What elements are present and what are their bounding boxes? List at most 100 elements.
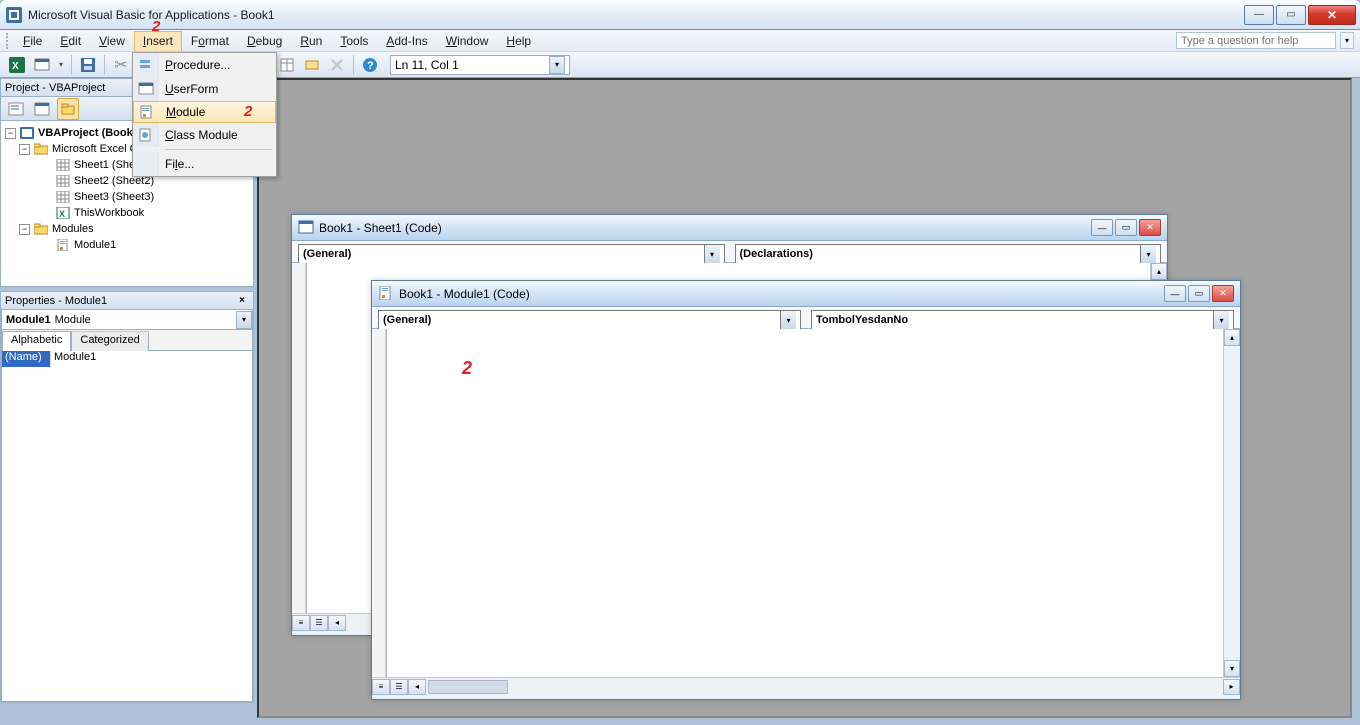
cw2-object-value: (General) xyxy=(383,314,431,326)
cut-icon[interactable]: ✂ xyxy=(110,54,132,76)
cw2-proc-value: TombolYesdanNo xyxy=(816,314,908,326)
maximize-button[interactable]: ▭ xyxy=(1276,5,1306,25)
dropdown-icon[interactable]: ▾ xyxy=(1213,311,1229,329)
tree-module1[interactable]: Module1 xyxy=(1,237,253,253)
object-browser-icon[interactable] xyxy=(301,54,323,76)
tree-workbook-label: ThisWorkbook xyxy=(74,207,144,219)
cw2-minimize-button[interactable]: — xyxy=(1164,285,1186,302)
help-search-dropdown[interactable]: ▾ xyxy=(1340,32,1354,49)
insert-dropdown-icon[interactable]: ▾ xyxy=(56,60,66,69)
cw2-procedure-combo[interactable]: TombolYesdanNo ▾ xyxy=(811,310,1234,330)
toggle-icon[interactable]: − xyxy=(5,128,16,139)
menu-debug[interactable]: Debug xyxy=(238,31,291,51)
view-code-icon[interactable] xyxy=(5,98,27,120)
menu-file[interactable]: File xyxy=(14,31,51,51)
tab-alphabetic[interactable]: Alphabetic xyxy=(2,331,71,351)
properties-panel-header[interactable]: Properties - Module1 × xyxy=(1,292,253,310)
menubar-grip[interactable] xyxy=(6,33,10,49)
menu-run[interactable]: Run xyxy=(291,31,331,51)
cw2-margin-line xyxy=(386,329,387,677)
help-icon[interactable]: ? xyxy=(359,54,381,76)
prop-combo-dropdown-icon[interactable]: ▾ xyxy=(236,311,252,329)
position-indicator[interactable]: Ln 11, Col 1 ▾ xyxy=(390,55,570,75)
cw1-close-button[interactable]: ✕ xyxy=(1139,219,1161,236)
hscroll-left-icon[interactable]: ◂ xyxy=(408,679,426,695)
toolbox-icon[interactable] xyxy=(326,54,348,76)
view-excel-icon[interactable]: X xyxy=(6,54,28,76)
procedure-view-icon[interactable]: ≡ xyxy=(372,679,390,695)
menu-addins[interactable]: Add-Ins xyxy=(377,31,436,51)
menu-item-userform[interactable]: UserForm xyxy=(133,77,276,101)
cw1-procedure-combo[interactable]: (Declarations)▾ xyxy=(735,244,1162,264)
menu-window[interactable]: Window xyxy=(437,31,498,51)
menu-item-class-module[interactable]: Class Module xyxy=(133,123,276,147)
insert-userform-icon[interactable] xyxy=(31,54,53,76)
cw2-titlebar[interactable]: Book1 - Module1 (Code) — ▭ ✕ xyxy=(372,281,1240,307)
prop-row-name[interactable]: (Name) Module1 xyxy=(2,351,252,367)
cw1-minimize-button[interactable]: — xyxy=(1091,219,1113,236)
full-module-view-icon[interactable]: ☰ xyxy=(310,615,328,631)
folder-icon xyxy=(33,222,49,236)
cw2-code-area[interactable]: ▴▾ xyxy=(372,329,1240,677)
properties-window-icon[interactable] xyxy=(276,54,298,76)
vbaproject-icon xyxy=(19,126,35,140)
code-window-module1[interactable]: Book1 - Module1 (Code) — ▭ ✕ (General) ▾ … xyxy=(371,280,1241,700)
cw1-maximize-button[interactable]: ▭ xyxy=(1115,219,1137,236)
cw2-close-button[interactable]: ✕ xyxy=(1212,285,1234,302)
cw2-combo-row: (General) ▾ TombolYesdanNo ▾ xyxy=(372,307,1240,329)
dropdown-icon[interactable]: ▾ xyxy=(1140,245,1156,263)
cw1-titlebar[interactable]: Book1 - Sheet1 (Code) — ▭ ✕ xyxy=(292,215,1167,241)
cw2-vscrollbar[interactable]: ▴▾ xyxy=(1223,329,1240,677)
dropdown-icon[interactable]: ▾ xyxy=(780,311,796,329)
code-window-icon xyxy=(378,286,394,302)
cw1-margin-line xyxy=(306,263,307,613)
position-dropdown-icon[interactable]: ▾ xyxy=(549,56,565,74)
tree-sheet3-label: Sheet3 (Sheet3) xyxy=(74,191,154,203)
tab-categorized[interactable]: Categorized xyxy=(71,331,148,351)
toggle-icon[interactable]: − xyxy=(19,224,30,235)
svg-text:X: X xyxy=(12,61,19,72)
cw1-combo-row: (General)▾ (Declarations)▾ xyxy=(292,241,1167,263)
hscroll-right-icon[interactable]: ▸ xyxy=(1223,679,1240,695)
menu-edit[interactable]: Edit xyxy=(51,31,90,51)
procedure-view-icon[interactable]: ≡ xyxy=(292,615,310,631)
menu-item-procedure[interactable]: Procedure... xyxy=(133,53,276,77)
properties-object-combo[interactable]: Module1 Module ▾ xyxy=(1,310,253,330)
hscroll-thumb[interactable] xyxy=(428,680,508,694)
tree-sheet3[interactable]: Sheet3 (Sheet3) xyxy=(1,189,253,205)
cw2-maximize-button[interactable]: ▭ xyxy=(1188,285,1210,302)
toggle-icon[interactable]: − xyxy=(19,144,30,155)
hscroll-left-icon[interactable]: ◂ xyxy=(328,615,346,631)
minimize-button[interactable]: — xyxy=(1244,5,1274,25)
menu-tools[interactable]: Tools xyxy=(331,31,377,51)
menubar: File Edit View Insert Format Debug Run T… xyxy=(0,30,1360,52)
dropdown-icon[interactable]: ▾ xyxy=(704,245,720,263)
help-search-input[interactable] xyxy=(1176,32,1336,49)
toggle-folders-icon[interactable] xyxy=(57,98,79,120)
menu-help[interactable]: Help xyxy=(497,31,540,51)
menu-item-module[interactable]: Module xyxy=(133,101,276,123)
tree-thisworkbook[interactable]: X ThisWorkbook xyxy=(1,205,253,221)
menu-item-file[interactable]: File... xyxy=(133,152,276,176)
tree-modules-folder[interactable]: − Modules xyxy=(1,221,253,237)
save-icon[interactable] xyxy=(77,54,99,76)
window-buttons: — ▭ ✕ xyxy=(1244,5,1360,25)
cw1-gutter xyxy=(292,263,306,613)
cw2-title: Book1 - Module1 (Code) xyxy=(399,287,530,301)
menu-format[interactable]: Format xyxy=(182,31,238,51)
menu-insert[interactable]: Insert xyxy=(134,31,182,51)
prop-name-value[interactable]: Module1 xyxy=(50,351,252,367)
full-module-view-icon[interactable]: ☰ xyxy=(390,679,408,695)
cw2-object-combo[interactable]: (General) ▾ xyxy=(378,310,801,330)
properties-panel-close[interactable]: × xyxy=(235,294,249,308)
menu-view[interactable]: View xyxy=(90,31,134,51)
cw2-gutter xyxy=(372,329,386,677)
menu-separator xyxy=(165,149,272,150)
properties-grid[interactable]: (Name) Module1 xyxy=(1,350,253,702)
module-icon xyxy=(134,102,160,122)
cw1-object-combo[interactable]: (General)▾ xyxy=(298,244,725,264)
properties-tabs: Alphabetic Categorized xyxy=(1,330,253,350)
close-button[interactable]: ✕ xyxy=(1308,5,1356,25)
code-window-icon xyxy=(298,220,314,236)
view-object-icon[interactable] xyxy=(31,98,53,120)
